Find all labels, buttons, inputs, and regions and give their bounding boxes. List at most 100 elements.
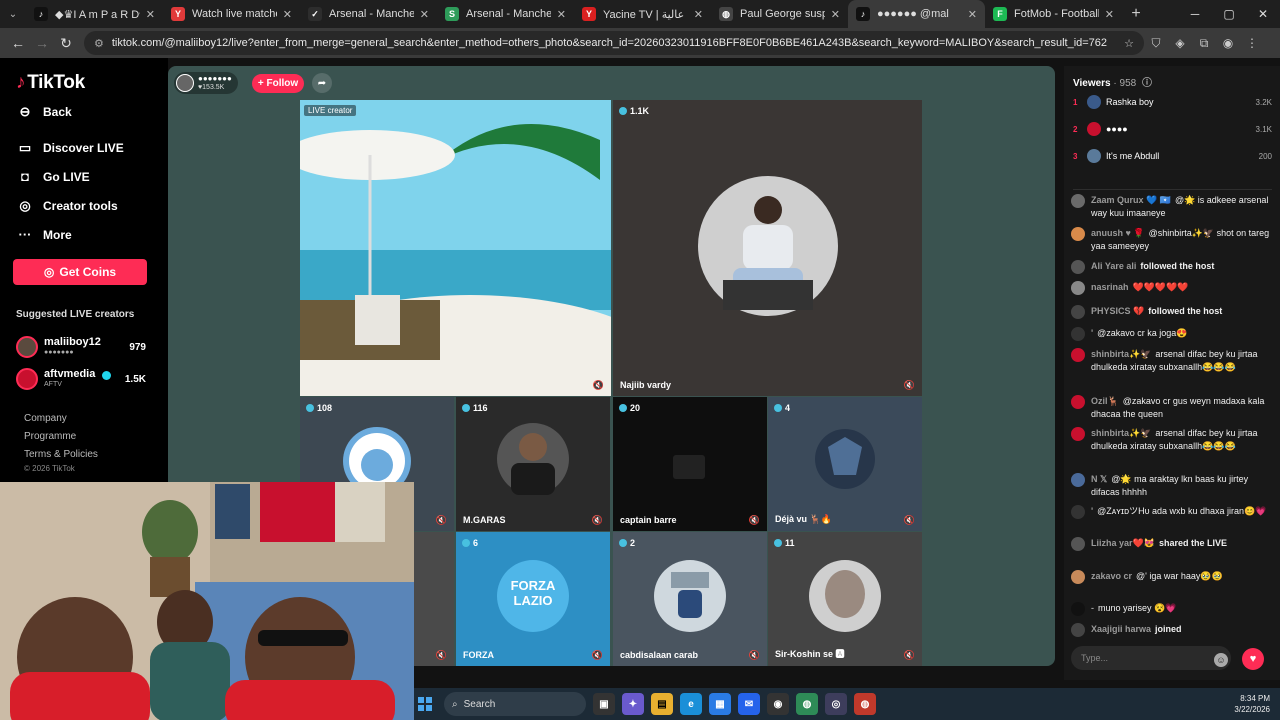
browser-tab[interactable]: S Arsenal - Manchester City ✕: [437, 0, 574, 28]
chat-message[interactable]: shinbirta✨🦅 arsenal difac bey ku jirtaa d…: [1071, 427, 1271, 453]
mic-muted-icon[interactable]: 🔇: [592, 650, 603, 661]
avatar[interactable]: [1071, 537, 1085, 551]
edge-icon[interactable]: e: [680, 693, 702, 715]
mic-muted-icon[interactable]: 🔇: [436, 515, 447, 526]
footer-link[interactable]: Terms & Policies: [24, 449, 98, 460]
tab-close-icon[interactable]: ✕: [146, 8, 155, 21]
chat-username[interactable]: shinbirta✨🦅: [1091, 428, 1151, 438]
tiktok-logo[interactable]: ♪ TikTok: [16, 72, 85, 94]
guest-tile-beach[interactable]: LIVE creator 🔇: [300, 100, 611, 396]
avatar[interactable]: [1071, 473, 1085, 487]
chat-username[interactable]: Xaajigii harwa: [1091, 624, 1151, 634]
browser-tab[interactable]: ◍ Paul George suspended f ✕: [711, 0, 848, 28]
nav-item-creator-tools[interactable]: ◎ Creator tools: [16, 198, 117, 214]
tab-search-chevron-icon[interactable]: ⌄: [0, 0, 26, 28]
help-icon[interactable]: ⓘ: [1142, 78, 1152, 89]
chrome-icon[interactable]: ◍: [796, 693, 818, 715]
mic-muted-icon[interactable]: 🔇: [749, 515, 760, 526]
reload-icon[interactable]: ↻: [54, 35, 78, 52]
host-info[interactable]: ●●●●●●● ♥153.5K: [174, 72, 238, 94]
mic-muted-icon[interactable]: 🔇: [749, 650, 760, 661]
task-view-icon[interactable]: ▣: [593, 693, 615, 715]
chat-username[interactable]: anuush ♥ 🌹: [1091, 228, 1145, 238]
nav-item-discover-live[interactable]: ▭ Discover LIVE: [16, 140, 124, 156]
guest-tile-arteta[interactable]: 116 M.GARAS 🔇: [456, 397, 610, 531]
tab-close-icon[interactable]: ✕: [694, 8, 703, 21]
obs-icon[interactable]: ◎: [825, 693, 847, 715]
avatar[interactable]: [1071, 227, 1085, 241]
chat-username[interactable]: Ozil🦌: [1091, 396, 1119, 406]
chat-message[interactable]: shinbirta✨🦅 arsenal difac bey ku jirtaa d…: [1071, 348, 1271, 374]
extension-icon[interactable]: ◈: [1168, 36, 1192, 50]
guest-tile-logo[interactable]: 4 Déjà vu 🦌🔥 🔇: [768, 397, 922, 531]
avatar[interactable]: [1071, 505, 1085, 519]
browser-tab[interactable]: ♪ ◆♛I A m P a R D♥👌 © ✕: [26, 0, 163, 28]
nav-item-go-live[interactable]: ◘ Go LIVE: [16, 169, 90, 184]
browser-tab[interactable]: ♪ ●●●●●● @mal ✕: [848, 0, 985, 28]
viewer-rank-row[interactable]: 1 Rashka boy 3.2K: [1073, 94, 1272, 110]
chat-message[interactable]: - muno yarisey 😵💗: [1071, 602, 1271, 616]
tab-close-icon[interactable]: ✕: [557, 8, 566, 21]
chat-input[interactable]: Type...: [1071, 646, 1231, 670]
browser-menu-icon[interactable]: ⋮: [1240, 36, 1264, 50]
profile-avatar[interactable]: ◉: [1216, 36, 1240, 50]
mic-muted-icon[interactable]: 🔇: [904, 380, 915, 391]
chat-username[interactable]: ': [1091, 506, 1093, 516]
chat-message[interactable]: ' @zakavo cr ka joga😍: [1071, 327, 1271, 341]
avatar[interactable]: [1071, 395, 1085, 409]
suggested-creator[interactable]: aftvmedia AFTV 1.5K: [16, 368, 146, 392]
browser-tab[interactable]: F FotMob - Football Live Sc ✕: [985, 0, 1122, 28]
bookmark-star-icon[interactable]: ☆: [1124, 37, 1134, 50]
browser-tab[interactable]: Y Yacine TV | يوم بجودة عالية ✕: [574, 0, 711, 28]
tab-close-icon[interactable]: ✕: [968, 8, 977, 21]
mic-muted-icon[interactable]: 🔇: [592, 515, 603, 526]
mic-muted-icon[interactable]: 🔇: [904, 515, 915, 526]
avatar[interactable]: [16, 336, 38, 358]
nav-item-more[interactable]: ··· More: [16, 227, 72, 242]
puzzle-icon[interactable]: ⧉: [1192, 36, 1216, 51]
footer-link[interactable]: Company: [24, 413, 67, 424]
close-window-icon[interactable]: ✕: [1246, 7, 1280, 21]
minimize-icon[interactable]: ─: [1178, 7, 1212, 21]
chat-message[interactable]: N 𝕏 @🌟 ma araktay lkn baas ku jirtey difa…: [1071, 473, 1271, 499]
chat-username[interactable]: PHYSICS 💔: [1091, 306, 1144, 316]
chat-username[interactable]: zakavo cr: [1091, 571, 1132, 581]
chat-username[interactable]: -: [1091, 603, 1094, 613]
get-coins-button[interactable]: ◎ Get Coins: [13, 259, 147, 285]
tab-close-icon[interactable]: ✕: [420, 8, 429, 21]
suggested-creator[interactable]: maliiboy12 ●●●●●●● 979: [16, 336, 146, 360]
mail-icon[interactable]: ✉: [738, 693, 760, 715]
avatar[interactable]: [1071, 348, 1085, 362]
gift-heart-button[interactable]: ♥: [1242, 648, 1264, 670]
chat-message[interactable]: ' @ZᴀʏɪᴅツHᴜ ada wxb ku dhaxa jiran😊💗: [1071, 505, 1271, 519]
copilot-icon[interactable]: ✦: [622, 693, 644, 715]
chat-message[interactable]: Zaam Qurux 💙 🇸🇴 @🌟 is adkeee arsenal way …: [1071, 194, 1271, 220]
app-icon[interactable]: ◉: [767, 693, 789, 715]
avatar[interactable]: [1071, 305, 1085, 319]
avatar[interactable]: [1071, 570, 1085, 584]
guest-tile-person[interactable]: 1.1K Najiib vardy 🔇: [613, 100, 922, 396]
chat-username[interactable]: Zaam Qurux 💙 🇸🇴: [1091, 195, 1171, 205]
store-icon[interactable]: ▦: [709, 693, 731, 715]
chat-username[interactable]: Ali Yare ali: [1091, 261, 1136, 271]
site-info-icon[interactable]: ⚙: [94, 37, 104, 50]
viewer-rank-row[interactable]: 2 ●●●● 3.1K: [1073, 121, 1272, 137]
browser-tab[interactable]: Y Watch live matches — Ya ✕: [163, 0, 300, 28]
avatar[interactable]: [1071, 194, 1085, 208]
shield-extension-icon[interactable]: ⛉: [1144, 36, 1168, 51]
tab-close-icon[interactable]: ✕: [283, 8, 292, 21]
taskbar-clock[interactable]: 8:34 PM 3/22/2026: [1234, 693, 1270, 715]
back-button[interactable]: ⊖ Back: [16, 104, 72, 120]
chat-message[interactable]: Ozil🦌 @zakavo cr gus weyn madaxa kala dha…: [1071, 395, 1271, 421]
chat-message[interactable]: zakavo cr @' iga war haay🥹🥹: [1071, 570, 1271, 584]
guest-tile-lazio[interactable]: FORZA LAZIO 6 FORZA 🔇: [456, 532, 610, 666]
chat-message[interactable]: PHYSICS 💔 followed the host: [1071, 305, 1271, 319]
avatar[interactable]: [1071, 260, 1085, 274]
chat-message[interactable]: Liizha yar❤️😻 shared the LIVE: [1071, 537, 1271, 551]
guest-tile-man[interactable]: 2 cabdisalaan carab 🔇: [613, 532, 767, 666]
chat-message[interactable]: anuush ♥ 🌹 @shinbirta✨🦅 shot on tareg yaa…: [1071, 227, 1271, 253]
chrome-profile-icon[interactable]: ◍: [854, 693, 876, 715]
tab-close-icon[interactable]: ✕: [831, 8, 840, 21]
avatar[interactable]: [1071, 327, 1085, 341]
share-icon[interactable]: ➦: [312, 73, 332, 93]
